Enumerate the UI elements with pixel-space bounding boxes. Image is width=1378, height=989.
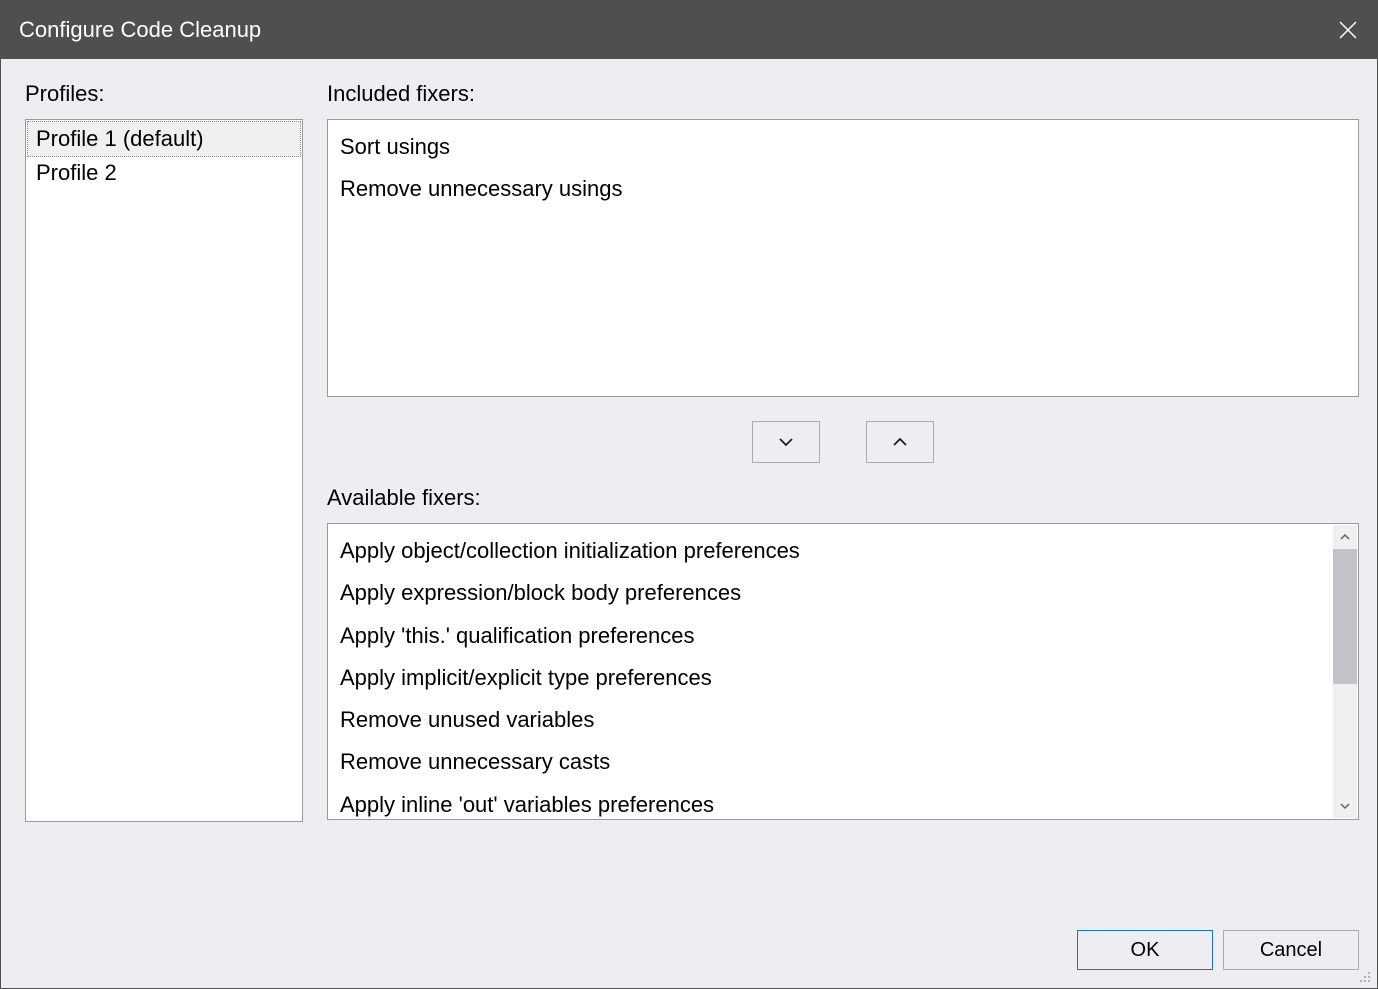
close-icon (1338, 20, 1358, 40)
list-item[interactable]: Remove unnecessary usings (338, 168, 1348, 210)
move-buttons-row (327, 397, 1359, 485)
available-fixers-listbox[interactable]: Apply object/collection initialization p… (327, 523, 1359, 820)
resize-grip-icon (1355, 967, 1371, 983)
list-item[interactable]: Apply 'this.' qualification preferences (338, 615, 1326, 657)
scrollbar[interactable] (1333, 525, 1357, 818)
list-item[interactable]: Apply expression/block body preferences (338, 572, 1326, 614)
window-title: Configure Code Cleanup (19, 17, 261, 43)
dialog-window: Configure Code Cleanup Profiles: Profile… (0, 0, 1378, 989)
fixers-column: Included fixers: Sort usings Remove unne… (327, 81, 1359, 900)
chevron-down-icon (777, 436, 795, 448)
profiles-label: Profiles: (25, 81, 303, 107)
profiles-column: Profiles: Profile 1 (default) Profile 2 (25, 81, 303, 900)
dialog-buttons: OK Cancel (25, 900, 1359, 988)
cancel-button[interactable]: Cancel (1223, 930, 1359, 970)
list-item[interactable]: Apply object/collection initialization p… (338, 530, 1326, 572)
ok-button[interactable]: OK (1077, 930, 1213, 970)
profiles-listbox[interactable]: Profile 1 (default) Profile 2 (25, 119, 303, 822)
profile-item[interactable]: Profile 2 (28, 156, 300, 190)
scroll-track[interactable] (1333, 549, 1357, 794)
chevron-down-icon (1339, 802, 1351, 810)
list-item[interactable]: Apply implicit/explicit type preferences (338, 657, 1326, 699)
move-up-button[interactable] (866, 421, 934, 463)
move-down-button[interactable] (752, 421, 820, 463)
list-item[interactable]: Sort usings (338, 126, 1348, 168)
titlebar: Configure Code Cleanup (1, 1, 1377, 59)
scroll-down-button[interactable] (1333, 794, 1357, 818)
chevron-up-icon (891, 436, 909, 448)
list-item[interactable]: Remove unnecessary casts (338, 741, 1326, 783)
dialog-content: Profiles: Profile 1 (default) Profile 2 … (1, 59, 1377, 988)
main-area: Profiles: Profile 1 (default) Profile 2 … (25, 81, 1359, 900)
chevron-up-icon (1339, 533, 1351, 541)
included-fixers-label: Included fixers: (327, 81, 1359, 107)
scroll-thumb[interactable] (1333, 549, 1357, 684)
close-button[interactable] (1319, 1, 1377, 59)
list-item[interactable]: Remove unused variables (338, 699, 1326, 741)
scroll-up-button[interactable] (1333, 525, 1357, 549)
list-item[interactable]: Apply inline 'out' variables preferences (338, 784, 1326, 820)
included-fixers-listbox[interactable]: Sort usings Remove unnecessary usings (327, 119, 1359, 397)
resize-grip[interactable] (1355, 966, 1371, 982)
available-fixers-label: Available fixers: (327, 485, 1359, 511)
profile-item[interactable]: Profile 1 (default) (28, 122, 300, 156)
